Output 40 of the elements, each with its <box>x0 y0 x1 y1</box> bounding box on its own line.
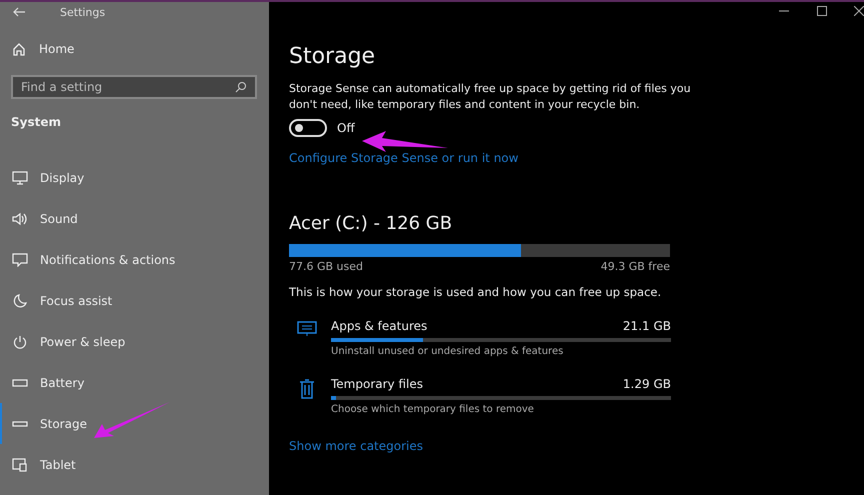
home-link[interactable]: Home <box>0 38 269 60</box>
sidebar-item[interactable]: Display <box>0 157 269 198</box>
category-name[interactable]: Temporary files <box>331 377 423 391</box>
drive-title: Acer (C:) - 126 GB <box>289 213 454 234</box>
window-title: Settings <box>60 6 106 18</box>
maximize-icon[interactable] <box>816 6 828 16</box>
sidebar-item[interactable]: Battery <box>0 362 269 403</box>
category-hint: Choose which temporary files to remove <box>331 404 535 415</box>
home-icon <box>12 42 26 56</box>
category-size: 1.29 GB <box>622 377 671 391</box>
sidebar-item[interactable]: Tablet <box>0 444 269 485</box>
search-field[interactable]: Find a setting <box>11 75 257 99</box>
category-name[interactable]: Apps & features <box>331 319 428 333</box>
configure-link[interactable]: Configure Storage Sense or run it now <box>289 151 518 165</box>
close-icon[interactable] <box>854 6 864 16</box>
description: Storage Sense can automatically free up space by getting rid of files you don't need, like temporary files and content in your recycle bin. <box>289 81 692 113</box>
category-hint: Uninstall unused or undesired apps & features <box>331 346 564 357</box>
trash-icon <box>297 379 317 399</box>
moon-icon <box>12 294 28 308</box>
speech-bubble-icon <box>12 252 28 266</box>
usage-note: This is how your storage is used and how you can free up space. <box>289 285 662 299</box>
show-more-link[interactable]: Show more categories <box>289 439 423 453</box>
sidebar-item[interactable]: Notifications & actions <box>0 239 269 280</box>
tablet-icon <box>12 458 28 472</box>
free-label: 49.3 GB free <box>600 260 670 273</box>
toggle-switch[interactable] <box>289 119 327 137</box>
sidebar-item[interactable]: Sound <box>0 198 269 239</box>
search-icon <box>235 81 247 93</box>
category-size: 21.1 GB <box>622 319 671 333</box>
toggle-label: Off <box>337 121 355 135</box>
back-icon[interactable] <box>12 7 26 17</box>
sidebar-item[interactable]: Focus assist <box>0 280 269 321</box>
used-label: 77.6 GB used <box>289 260 364 273</box>
monitor-icon <box>297 321 317 337</box>
speaker-icon <box>12 212 28 226</box>
sidebar-item[interactable]: Power & sleep <box>0 321 269 362</box>
monitor-icon <box>12 170 28 184</box>
power-icon <box>12 334 28 348</box>
section-heading: System <box>11 115 62 129</box>
page-title: Storage <box>289 44 376 69</box>
